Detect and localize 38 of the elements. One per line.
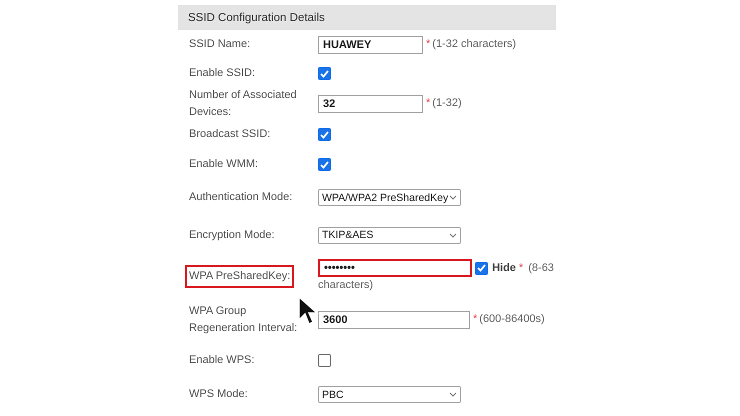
hint-text: characters) [318,278,374,293]
input-field[interactable]: 32 [318,94,423,112]
checkbox[interactable] [318,67,331,80]
dropdown[interactable]: TKIP&AES [318,226,461,244]
field-label: Broadcast SSID: [188,127,272,142]
required-mark: * [426,97,430,110]
chevron-down-icon [449,232,457,238]
required-mark: * [518,262,524,274]
hide-label: Hide [492,262,516,274]
field-label: WPA Group Regeneration Interval: [188,304,298,336]
mouse-cursor-icon [298,296,320,326]
chevron-down-icon [449,392,457,397]
field-label: Encryption Mode: [188,228,276,242]
input-field[interactable]: 3600 [318,310,470,328]
field-label: Number of Associated Devices: [188,88,298,120]
chevron-down-icon [449,195,457,200]
field-label: Authentication Mode: [188,190,294,205]
field-label: Enable SSID: [188,66,256,81]
hint-text: (600-86400s) [479,313,545,326]
hint-text: (1-32 characters) [432,38,516,50]
field-label: Enable WMM: [188,157,260,172]
field-label: WPA PreSharedKey: [185,264,294,288]
input-field[interactable]: HUAWEY [318,36,423,54]
dropdown[interactable]: WPA/WPA2 PreSharedKey [318,189,461,206]
password-field[interactable]: •••••••• [318,259,472,277]
hint-text: (1-32) [432,97,462,110]
field-label: SSID Name: [188,37,252,52]
checkbox[interactable] [318,158,331,172]
required-mark: * [473,313,478,326]
checkbox[interactable] [475,262,488,274]
field-label: WPS Mode: [188,387,249,402]
checkbox[interactable] [318,354,331,368]
field-label: Enable WPS: [188,353,256,368]
required-mark: * [426,38,430,50]
checkbox[interactable] [318,128,331,142]
dropdown[interactable]: PBC [318,386,461,403]
hint-text: (8-63 [528,262,554,274]
section-header: SSID Configuration Details [178,5,556,30]
